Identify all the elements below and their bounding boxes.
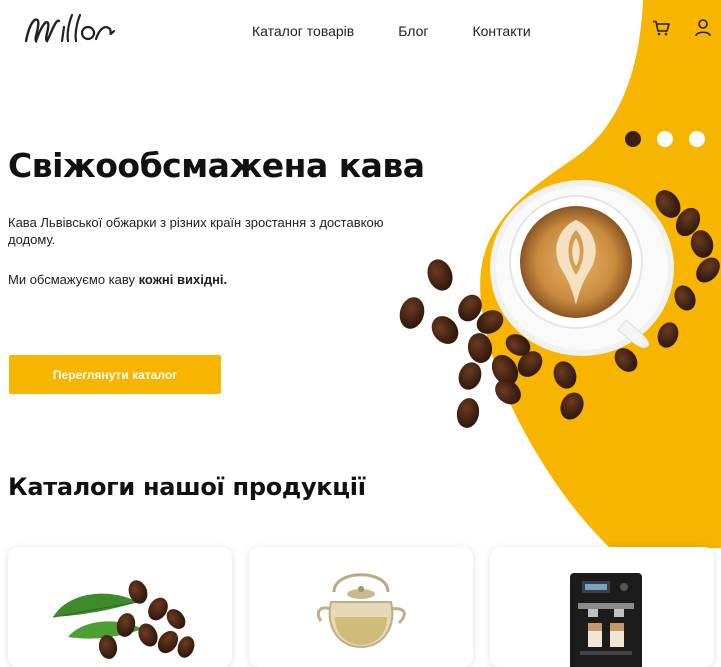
nav-link-contacts[interactable]: Контакти bbox=[472, 22, 530, 40]
hero-note-text: Ми обсмажуємо каву bbox=[8, 272, 139, 287]
slider-dot-1[interactable] bbox=[625, 131, 641, 147]
logo[interactable] bbox=[22, 11, 122, 51]
main-nav: Каталог товарів Блог Контакти bbox=[252, 22, 575, 40]
catalog-card-coffee[interactable] bbox=[8, 547, 232, 667]
nav-link-catalog[interactable]: Каталог товарів bbox=[252, 22, 354, 40]
hero-note-bold: кожні вихідні. bbox=[138, 272, 228, 287]
slider-dots bbox=[625, 131, 705, 147]
catalog-section-title: Каталоги нашої продукції bbox=[8, 473, 366, 501]
view-catalog-button[interactable]: Переглянути каталог bbox=[9, 355, 221, 394]
slider-dot-3[interactable] bbox=[689, 131, 705, 147]
catalog-card-tea[interactable] bbox=[249, 547, 473, 667]
logo-mark bbox=[24, 13, 116, 44]
cart-icon[interactable] bbox=[651, 18, 671, 38]
hero-description: Кава Львівської обжарки з різних країн з… bbox=[8, 215, 384, 247]
slider-dot-2[interactable] bbox=[657, 131, 673, 147]
nav-link-blog[interactable]: Блог bbox=[398, 22, 428, 40]
hero-title: Свіжообсмажена кава bbox=[8, 146, 425, 185]
user-icon[interactable] bbox=[693, 18, 713, 38]
catalog-card-machines[interactable] bbox=[490, 547, 714, 667]
hero-note: Ми обсмажуємо каву кожні вихідні. bbox=[8, 272, 227, 287]
coffee-cup-image bbox=[399, 180, 720, 428]
teapot-image bbox=[316, 573, 406, 649]
coffee-beans-image bbox=[52, 580, 195, 659]
header-actions bbox=[651, 18, 713, 38]
coffee-machine-image bbox=[570, 573, 642, 667]
